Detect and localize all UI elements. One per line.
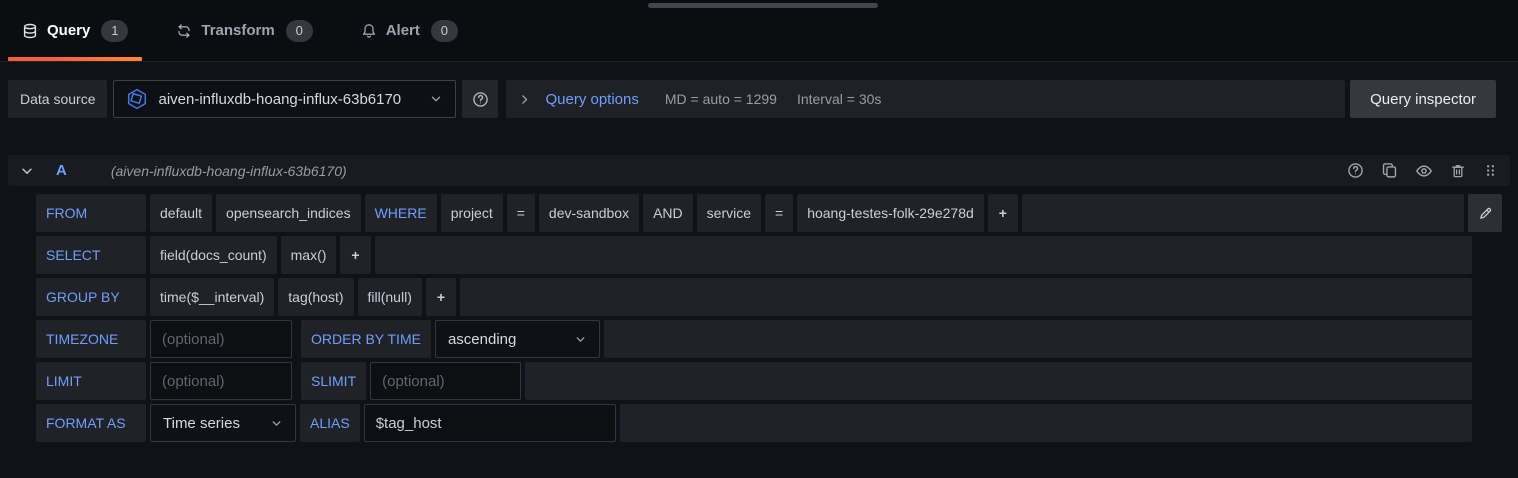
timezone-keyword: TIMEZONE	[36, 320, 146, 358]
order-by-time-keyword: ORDER BY TIME	[301, 320, 431, 358]
format-as-select[interactable]: Time series	[150, 404, 296, 442]
group-by-keyword: GROUP BY	[36, 278, 146, 316]
select-row: SELECT field(docs_count) max() +	[36, 236, 1472, 274]
tab-alert-count-badge: 0	[431, 20, 458, 42]
add-group-by-button[interactable]: +	[426, 278, 456, 316]
query-datasource-hint: (aiven-influxdb-hoang-influx-63b6170)	[111, 163, 347, 179]
panel-resize-handle[interactable]	[648, 3, 878, 8]
query-editor-card: A (aiven-influxdb-hoang-influx-63b6170)	[8, 155, 1510, 442]
group-by-tag-segment[interactable]: tag(host)	[278, 278, 353, 316]
measurement-segment[interactable]: opensearch_indices	[216, 194, 361, 232]
where-tag-value-segment[interactable]: dev-sandbox	[539, 194, 639, 232]
group-by-fill-segment[interactable]: fill(null)	[358, 278, 422, 316]
format-as-keyword: FORMAT AS	[36, 404, 146, 442]
where-tag-key-segment[interactable]: service	[697, 194, 761, 232]
datasource-name: aiven-influxdb-hoang-influx-63b6170	[158, 91, 419, 108]
format-as-row: FORMAT AS Time series ALIAS	[36, 404, 1472, 442]
where-condition-segment[interactable]: AND	[643, 194, 693, 232]
row-filler	[1022, 194, 1464, 232]
query-header-actions	[1347, 162, 1498, 180]
tab-query-count-badge: 1	[101, 20, 128, 42]
delete-query-trash-icon[interactable]	[1450, 163, 1466, 179]
spacer	[296, 320, 297, 358]
toggle-visibility-eye-icon[interactable]	[1415, 162, 1433, 180]
datasource-picker[interactable]: aiven-influxdb-hoang-influx-63b6170	[113, 80, 456, 118]
aggregation-segment[interactable]: max()	[281, 236, 337, 274]
active-tab-underline	[8, 57, 142, 61]
drag-handle-icon[interactable]	[1483, 163, 1498, 178]
transform-icon	[176, 23, 192, 39]
tab-transform-label: Transform	[201, 22, 274, 39]
group-by-time-segment[interactable]: time($__interval)	[150, 278, 274, 316]
alias-input[interactable]	[364, 404, 616, 442]
collapse-query-icon[interactable]	[20, 164, 34, 178]
group-by-row: GROUP BY time($__interval) tag(host) fil…	[36, 278, 1472, 316]
where-keyword[interactable]: WHERE	[365, 194, 437, 232]
slimit-keyword: SLIMIT	[301, 362, 366, 400]
add-select-part-button[interactable]: +	[340, 236, 370, 274]
query-ref-id[interactable]: A	[56, 162, 67, 179]
field-segment[interactable]: field(docs_count)	[150, 236, 277, 274]
tab-query-label: Query	[47, 22, 90, 39]
format-as-value: Time series	[163, 415, 240, 432]
interval-stat: Interval = 30s	[797, 91, 881, 107]
query-help-icon[interactable]	[1347, 162, 1364, 179]
order-by-time-select[interactable]: ascending	[435, 320, 600, 358]
spacer	[296, 362, 297, 400]
query-row-header: A (aiven-influxdb-hoang-influx-63b6170)	[8, 155, 1510, 186]
max-data-points-stat: MD = auto = 1299	[665, 91, 777, 107]
tab-alert-label: Alert	[386, 22, 420, 39]
row-filler	[375, 236, 1472, 274]
pencil-icon	[1478, 206, 1493, 221]
slimit-input[interactable]	[370, 362, 521, 400]
query-options-toggle[interactable]: Query options	[545, 91, 638, 108]
chevron-down-icon	[574, 333, 587, 346]
where-tag-key-segment[interactable]: project	[441, 194, 503, 232]
order-by-time-value: ascending	[448, 331, 516, 348]
query-options-bar: Query options MD = auto = 1299 Interval …	[506, 80, 1345, 118]
add-condition-button[interactable]: +	[988, 194, 1018, 232]
timezone-input[interactable]	[150, 320, 292, 358]
where-operator-segment[interactable]: =	[507, 194, 535, 232]
from-row: FROM default opensearch_indices WHERE pr…	[36, 194, 1502, 232]
tab-transform[interactable]: Transform 0	[162, 0, 326, 61]
tab-transform-count-badge: 0	[286, 20, 313, 42]
tab-query[interactable]: Query 1	[8, 0, 142, 61]
duplicate-query-icon[interactable]	[1381, 162, 1398, 179]
bell-icon	[361, 23, 377, 39]
database-icon	[22, 23, 38, 39]
timezone-row: TIMEZONE ORDER BY TIME ascending	[36, 320, 1472, 358]
influx-query-rows: FROM default opensearch_indices WHERE pr…	[8, 186, 1510, 442]
alias-keyword: ALIAS	[300, 404, 360, 442]
query-toolbar: Data source aiven-influxdb-hoang-influx-…	[8, 80, 1496, 118]
limit-input[interactable]	[150, 362, 292, 400]
toggle-raw-query-button[interactable]	[1468, 194, 1502, 232]
influxdb-logo-icon	[126, 88, 148, 110]
chevron-down-icon	[270, 417, 283, 430]
datasource-label: Data source	[8, 80, 107, 118]
where-operator-segment[interactable]: =	[765, 194, 793, 232]
limit-row: LIMIT SLIMIT	[36, 362, 1472, 400]
editor-tab-bar: Query 1 Transform 0 Alert 0	[0, 0, 1518, 62]
from-keyword: FROM	[36, 194, 146, 232]
row-filler	[525, 362, 1472, 400]
chevron-right-icon[interactable]	[518, 93, 531, 106]
select-keyword: SELECT	[36, 236, 146, 274]
query-inspector-button[interactable]: Query inspector	[1350, 80, 1496, 118]
limit-keyword: LIMIT	[36, 362, 146, 400]
where-tag-value-segment[interactable]: hoang-testes-folk-29e278d	[797, 194, 984, 232]
tab-alert[interactable]: Alert 0	[347, 0, 472, 61]
row-filler	[460, 278, 1472, 316]
datasource-help-button[interactable]	[462, 80, 498, 118]
policy-segment[interactable]: default	[150, 194, 212, 232]
row-filler	[620, 404, 1472, 442]
chevron-down-icon	[429, 92, 443, 106]
row-filler	[604, 320, 1472, 358]
question-circle-icon	[472, 91, 489, 108]
